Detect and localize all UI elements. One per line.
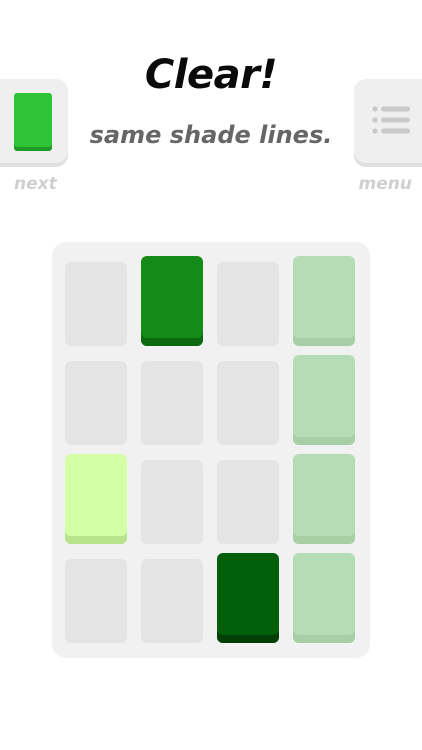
next-tile-preview (14, 93, 52, 147)
tile-green-faded[interactable] (293, 553, 355, 643)
board-cell[interactable] (217, 460, 279, 544)
tile-green-medium[interactable] (141, 256, 203, 346)
next-label: next (14, 174, 57, 194)
tile-green-faded[interactable] (293, 256, 355, 346)
board-cell[interactable] (141, 361, 203, 445)
board-cell[interactable] (141, 460, 203, 544)
menu-list-icon (372, 106, 410, 134)
tile-green-faded[interactable] (293, 355, 355, 445)
board-cell[interactable] (217, 361, 279, 445)
game-board (52, 242, 370, 658)
next-button[interactable] (0, 79, 68, 163)
menu-label: menu (358, 174, 412, 194)
tile-lime-light[interactable] (65, 454, 127, 544)
board-cell[interactable] (141, 559, 203, 643)
board-cell[interactable] (65, 361, 127, 445)
board-cell[interactable] (65, 559, 127, 643)
menu-button[interactable] (354, 79, 422, 163)
game-screen: Clear! same shade lines. next menu (0, 0, 422, 750)
board-cell[interactable] (217, 262, 279, 346)
tile-green-dark[interactable] (217, 553, 279, 643)
board-cell[interactable] (65, 262, 127, 346)
tile-green-faded[interactable] (293, 454, 355, 544)
